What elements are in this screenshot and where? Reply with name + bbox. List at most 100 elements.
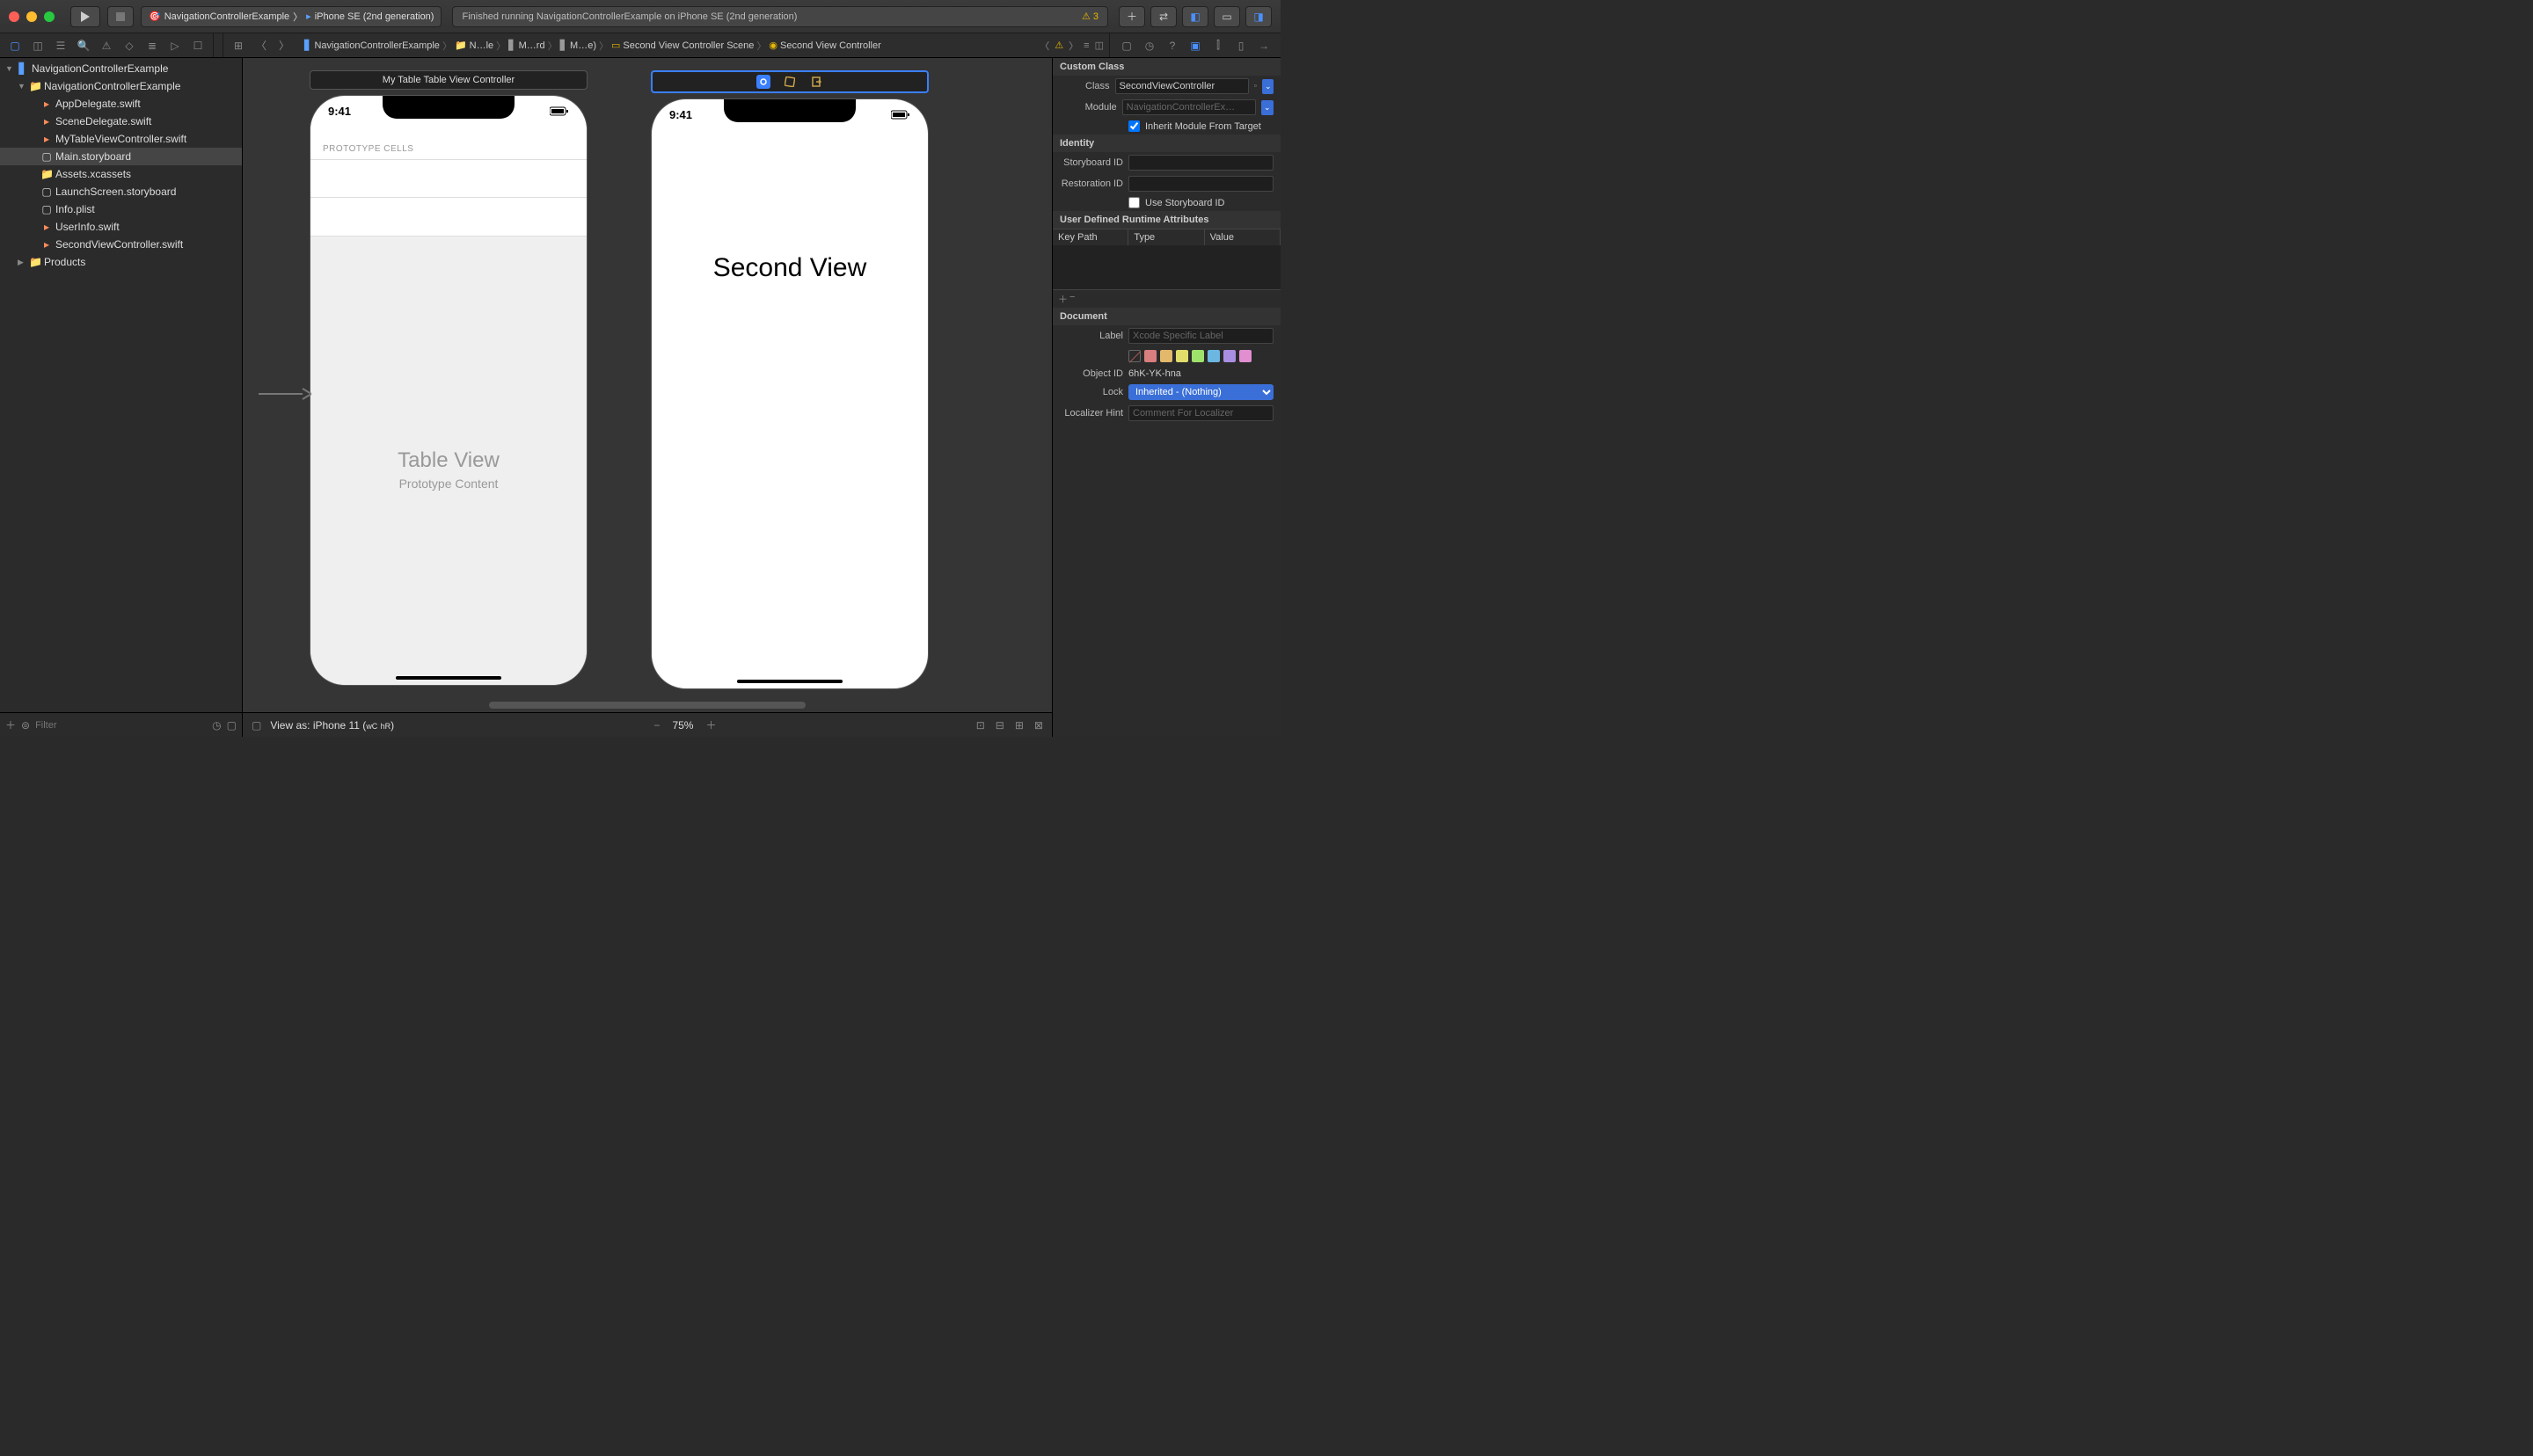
scm-filter-icon[interactable]: ▢ xyxy=(227,719,237,732)
document-outline-toggle[interactable]: ▢ xyxy=(252,719,261,732)
restoration-id-input[interactable] xyxy=(1128,176,1274,192)
zoom-level[interactable]: 75% xyxy=(672,719,693,732)
storyboard-canvas[interactable]: My Table Table View Controller 9:41 PROT… xyxy=(243,58,1052,712)
prototype-cell[interactable] xyxy=(310,198,587,237)
color-swatch[interactable] xyxy=(1192,350,1204,362)
module-dropdown[interactable]: ⌄ xyxy=(1261,100,1274,115)
file-item[interactable]: ▢Info.plist xyxy=(0,200,242,218)
file-item[interactable]: ▢LaunchScreen.storyboard xyxy=(0,183,242,200)
align-tool-icon[interactable]: ⊡ xyxy=(976,719,985,732)
group-folder[interactable]: ▼📁NavigationControllerExample xyxy=(0,77,242,95)
color-swatch[interactable] xyxy=(1239,350,1252,362)
pin-tool-icon[interactable]: ⊟ xyxy=(996,719,1004,732)
view-controller-icon[interactable] xyxy=(756,75,770,89)
forward-button[interactable]: 〉 xyxy=(273,38,296,53)
file-item[interactable]: ▸SceneDelegate.swift xyxy=(0,113,242,130)
color-swatch[interactable] xyxy=(1208,350,1220,362)
col-value[interactable]: Value xyxy=(1205,229,1281,245)
lock-select[interactable]: Inherited - (Nothing) xyxy=(1128,384,1274,400)
scheme-selector[interactable]: 🎯 NavigationControllerExample 〉 ▸ iPhone… xyxy=(141,6,442,27)
file-item-selected[interactable]: ▢Main.storyboard xyxy=(0,148,242,165)
embed-tool-icon[interactable]: ⊠ xyxy=(1034,719,1043,732)
add-attr-button[interactable]: ＋ xyxy=(1058,292,1068,306)
jump-bar[interactable]: ▋NavigationControllerExample〉 📁N…le〉 ▋M…… xyxy=(299,39,1109,53)
col-keypath[interactable]: Key Path xyxy=(1053,229,1128,245)
inherit-module-checkbox[interactable] xyxy=(1128,120,1140,132)
module-input[interactable] xyxy=(1122,99,1256,115)
scene-title-bar[interactable]: My Table Table View Controller xyxy=(310,70,588,90)
toggle-debug-button[interactable]: ▭ xyxy=(1214,6,1240,27)
color-none[interactable] xyxy=(1128,350,1141,362)
close-window-button[interactable] xyxy=(9,11,19,22)
help-inspector-icon[interactable]: ? xyxy=(1161,40,1184,52)
next-issue-icon[interactable]: 〉 xyxy=(1069,39,1078,53)
toggle-inspector-button[interactable]: ◨ xyxy=(1245,6,1272,27)
col-type[interactable]: Type xyxy=(1128,229,1204,245)
remove-attr-button[interactable]: − xyxy=(1069,292,1075,306)
attributes-inspector-icon[interactable]: ⫿ xyxy=(1207,39,1230,52)
report-navigator-icon[interactable]: ☐ xyxy=(186,40,209,52)
adjust-editor-icon[interactable]: ≡ xyxy=(1084,40,1089,51)
class-input[interactable] xyxy=(1115,78,1249,94)
issue-navigator-icon[interactable]: ⚠ xyxy=(95,40,118,52)
recent-filter-icon[interactable]: ◷ xyxy=(212,719,221,732)
connections-inspector-icon[interactable]: → xyxy=(1252,40,1275,52)
color-swatch[interactable] xyxy=(1144,350,1157,362)
view-as-label[interactable]: View as: iPhone 11 (wC hR) xyxy=(270,719,394,732)
breakpoint-navigator-icon[interactable]: ▷ xyxy=(164,40,186,52)
identity-inspector-icon[interactable]: ▣ xyxy=(1184,40,1207,52)
file-item[interactable]: ▸SecondViewController.swift xyxy=(0,236,242,253)
use-storyboard-id-checkbox[interactable] xyxy=(1128,197,1140,208)
filter-input[interactable] xyxy=(35,720,207,731)
exit-icon[interactable] xyxy=(809,75,823,89)
add-editor-icon[interactable]: ◫ xyxy=(1095,40,1104,51)
file-tree[interactable]: ▼▋NavigationControllerExample ▼📁Navigati… xyxy=(0,58,242,712)
resolve-issues-icon[interactable]: ⊞ xyxy=(1015,719,1024,732)
table-view-controller-scene[interactable]: My Table Table View Controller 9:41 PROT… xyxy=(310,70,588,686)
debug-navigator-icon[interactable]: ≣ xyxy=(141,40,164,52)
storyboard-id-input[interactable] xyxy=(1128,155,1274,171)
scene-title-bar-selected[interactable] xyxy=(651,70,929,93)
second-view-label[interactable]: Second View xyxy=(652,253,928,283)
second-view-controller-scene[interactable]: 9:41 Second View xyxy=(651,70,929,689)
prototype-cell[interactable] xyxy=(310,159,587,198)
color-swatch[interactable] xyxy=(1160,350,1172,362)
products-folder[interactable]: ▶📁Products xyxy=(0,253,242,271)
stop-button[interactable] xyxy=(107,6,134,27)
class-dropdown[interactable]: ⌄ xyxy=(1262,79,1274,94)
file-item[interactable]: ▸MyTableViewController.swift xyxy=(0,130,242,148)
warning-badge[interactable]: ⚠ 3 xyxy=(1082,11,1099,22)
file-item[interactable]: ▸AppDelegate.swift xyxy=(0,95,242,113)
history-inspector-icon[interactable]: ◷ xyxy=(1138,40,1161,52)
file-inspector-icon[interactable]: ▢ xyxy=(1115,40,1138,52)
prev-issue-icon[interactable]: 〈 xyxy=(1040,39,1049,53)
add-button[interactable]: ＋ xyxy=(5,717,16,732)
zoom-window-button[interactable] xyxy=(44,11,55,22)
run-button[interactable] xyxy=(70,6,100,27)
runtime-attributes-table[interactable]: Key Path Type Value xyxy=(1053,229,1281,290)
library-button[interactable]: ＋ xyxy=(1119,6,1145,27)
source-control-navigator-icon[interactable]: ◫ xyxy=(26,40,49,52)
test-navigator-icon[interactable]: ◇ xyxy=(118,40,141,52)
project-root[interactable]: ▼▋NavigationControllerExample xyxy=(0,60,242,77)
zoom-out-button[interactable]: − xyxy=(653,719,660,732)
back-button[interactable]: 〈 xyxy=(250,38,273,53)
project-navigator-icon[interactable]: ▢ xyxy=(4,40,26,52)
color-swatch[interactable] xyxy=(1176,350,1188,362)
localizer-hint-input[interactable] xyxy=(1128,405,1274,421)
find-navigator-icon[interactable]: 🔍 xyxy=(72,40,95,52)
minimize-window-button[interactable] xyxy=(26,11,37,22)
file-item[interactable]: ▸UserInfo.swift xyxy=(0,218,242,236)
code-review-button[interactable]: ⇄ xyxy=(1150,6,1177,27)
color-swatch[interactable] xyxy=(1223,350,1236,362)
size-inspector-icon[interactable]: ▯ xyxy=(1230,40,1252,52)
symbol-navigator-icon[interactable]: ☰ xyxy=(49,40,72,52)
doc-label-input[interactable] xyxy=(1128,328,1274,344)
horizontal-scrollbar[interactable] xyxy=(489,702,806,709)
toggle-navigator-button[interactable]: ◧ xyxy=(1182,6,1208,27)
zoom-in-button[interactable]: ＋ xyxy=(705,717,716,732)
entry-point-arrow[interactable] xyxy=(259,383,311,404)
class-jump-icon[interactable]: ◦ xyxy=(1254,81,1258,91)
related-items-icon[interactable]: ⊞ xyxy=(227,40,250,52)
first-responder-icon[interactable] xyxy=(783,75,797,89)
